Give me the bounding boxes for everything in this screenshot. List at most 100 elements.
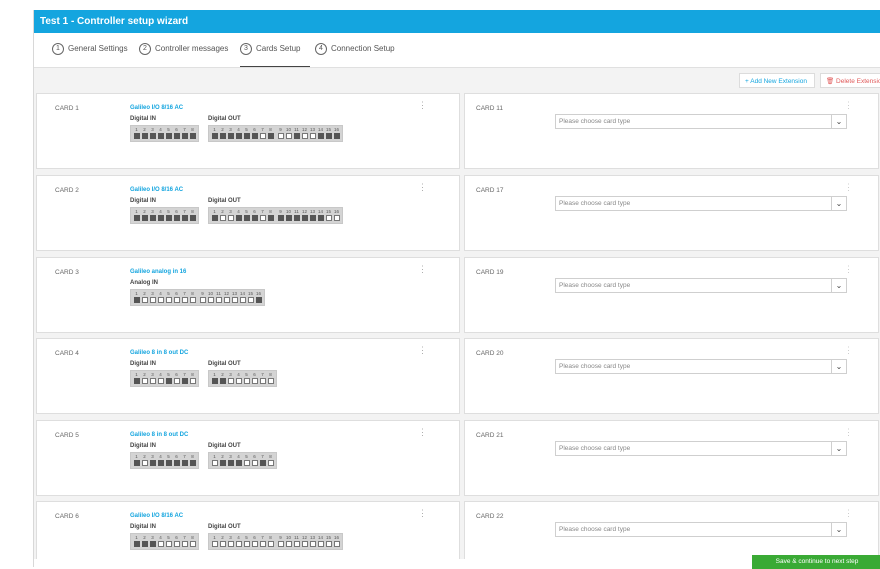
pin-state-on[interactable]: [293, 215, 300, 221]
card-type-select[interactable]: Please choose card type ⌄: [555, 441, 847, 456]
pin-state-off[interactable]: [239, 297, 246, 303]
io-pin[interactable]: 13: [231, 291, 238, 303]
pin-state-off[interactable]: [227, 541, 234, 547]
kebab-menu-icon[interactable]: ⋮: [418, 346, 427, 355]
io-pin[interactable]: 15: [247, 291, 254, 303]
io-pin[interactable]: 9: [277, 127, 284, 139]
io-pin[interactable]: 4: [235, 372, 242, 384]
tab-connection-setup[interactable]: 4 Connection Setup: [315, 43, 395, 66]
io-pin[interactable]: 2: [141, 535, 148, 547]
pin-state-on[interactable]: [133, 378, 140, 384]
pin-state-off[interactable]: [301, 133, 308, 139]
io-pin[interactable]: 16: [333, 535, 340, 547]
io-pin[interactable]: 4: [157, 127, 164, 139]
kebab-menu-icon[interactable]: ⋮: [418, 183, 427, 192]
tab-general-settings[interactable]: 1 General Settings: [52, 43, 128, 66]
pin-state-off[interactable]: [235, 378, 242, 384]
chevron-down-icon[interactable]: ⌄: [831, 360, 846, 373]
io-pin[interactable]: 8: [267, 127, 274, 139]
pin-state-off[interactable]: [173, 541, 180, 547]
pin-state-on[interactable]: [219, 378, 226, 384]
pin-state-on[interactable]: [157, 460, 164, 466]
pin-state-on[interactable]: [219, 460, 226, 466]
pin-state-on[interactable]: [219, 133, 226, 139]
pin-state-off[interactable]: [301, 541, 308, 547]
kebab-menu-icon[interactable]: ⋮: [418, 428, 427, 437]
io-pin[interactable]: 5: [243, 127, 250, 139]
pin-state-off[interactable]: [157, 378, 164, 384]
pin-state-off[interactable]: [215, 297, 222, 303]
io-pin[interactable]: 13: [309, 209, 316, 221]
io-pin[interactable]: 7: [181, 127, 188, 139]
pin-state-off[interactable]: [223, 297, 230, 303]
pin-state-off[interactable]: [189, 378, 196, 384]
pin-state-on[interactable]: [325, 133, 332, 139]
io-pin[interactable]: 3: [227, 535, 234, 547]
io-pin[interactable]: 3: [149, 209, 156, 221]
pin-state-off[interactable]: [309, 541, 316, 547]
io-pin[interactable]: 13: [309, 535, 316, 547]
pin-state-on[interactable]: [133, 133, 140, 139]
kebab-menu-icon[interactable]: ⋮: [418, 509, 427, 518]
pin-state-off[interactable]: [259, 133, 266, 139]
pin-state-off[interactable]: [247, 297, 254, 303]
pin-state-off[interactable]: [333, 215, 340, 221]
io-pin[interactable]: 10: [285, 209, 292, 221]
io-pin[interactable]: 2: [219, 535, 226, 547]
pin-state-on[interactable]: [189, 133, 196, 139]
io-pin[interactable]: 16: [255, 291, 262, 303]
pin-state-off[interactable]: [157, 541, 164, 547]
io-pin[interactable]: 10: [285, 535, 292, 547]
io-pin[interactable]: 8: [189, 372, 196, 384]
io-pin[interactable]: 5: [243, 535, 250, 547]
pin-state-off[interactable]: [199, 297, 206, 303]
pin-state-off[interactable]: [165, 541, 172, 547]
io-pin[interactable]: 8: [189, 535, 196, 547]
pin-state-on[interactable]: [141, 133, 148, 139]
pin-state-off[interactable]: [181, 297, 188, 303]
card-type-link[interactable]: Galileo 8 in 8 out DC: [130, 432, 188, 438]
io-pin[interactable]: 8: [267, 372, 274, 384]
tab-controller-messages[interactable]: 2 Controller messages: [139, 43, 228, 66]
pin-state-off[interactable]: [243, 460, 250, 466]
pin-state-off[interactable]: [173, 297, 180, 303]
card-type-link[interactable]: Galileo analog in 16: [130, 269, 186, 275]
kebab-menu-icon[interactable]: ⋮: [844, 428, 853, 437]
io-pin[interactable]: 7: [181, 209, 188, 221]
pin-state-on[interactable]: [157, 133, 164, 139]
io-pin[interactable]: 6: [251, 372, 258, 384]
chevron-down-icon[interactable]: ⌄: [831, 523, 846, 536]
io-pin[interactable]: 4: [157, 209, 164, 221]
io-pin[interactable]: 8: [267, 209, 274, 221]
pin-state-off[interactable]: [149, 378, 156, 384]
io-pin[interactable]: 8: [267, 454, 274, 466]
pin-state-on[interactable]: [251, 133, 258, 139]
pin-state-on[interactable]: [227, 460, 234, 466]
pin-state-off[interactable]: [243, 378, 250, 384]
io-pin[interactable]: 1: [133, 209, 140, 221]
delete-extension-button[interactable]: 🗑 Delete Extension: [820, 73, 880, 88]
io-pin[interactable]: 5: [165, 127, 172, 139]
io-pin[interactable]: 5: [243, 209, 250, 221]
io-pin[interactable]: 1: [133, 454, 140, 466]
io-pin[interactable]: 14: [317, 535, 324, 547]
kebab-menu-icon[interactable]: ⋮: [418, 101, 427, 110]
pin-state-on[interactable]: [149, 541, 156, 547]
pin-state-on[interactable]: [181, 133, 188, 139]
io-pin[interactable]: 2: [219, 209, 226, 221]
io-pin[interactable]: 6: [251, 454, 258, 466]
pin-state-off[interactable]: [189, 297, 196, 303]
pin-state-off[interactable]: [277, 541, 284, 547]
io-pin[interactable]: 3: [227, 372, 234, 384]
io-pin[interactable]: 9: [277, 209, 284, 221]
io-pin[interactable]: 7: [181, 291, 188, 303]
io-pin[interactable]: 11: [293, 209, 300, 221]
pin-state-on[interactable]: [149, 215, 156, 221]
pin-state-off[interactable]: [189, 541, 196, 547]
io-pin[interactable]: 1: [133, 372, 140, 384]
io-pin[interactable]: 4: [157, 454, 164, 466]
io-pin[interactable]: 5: [165, 372, 172, 384]
pin-state-off[interactable]: [157, 297, 164, 303]
io-pin[interactable]: 1: [211, 454, 218, 466]
io-pin[interactable]: 1: [133, 291, 140, 303]
